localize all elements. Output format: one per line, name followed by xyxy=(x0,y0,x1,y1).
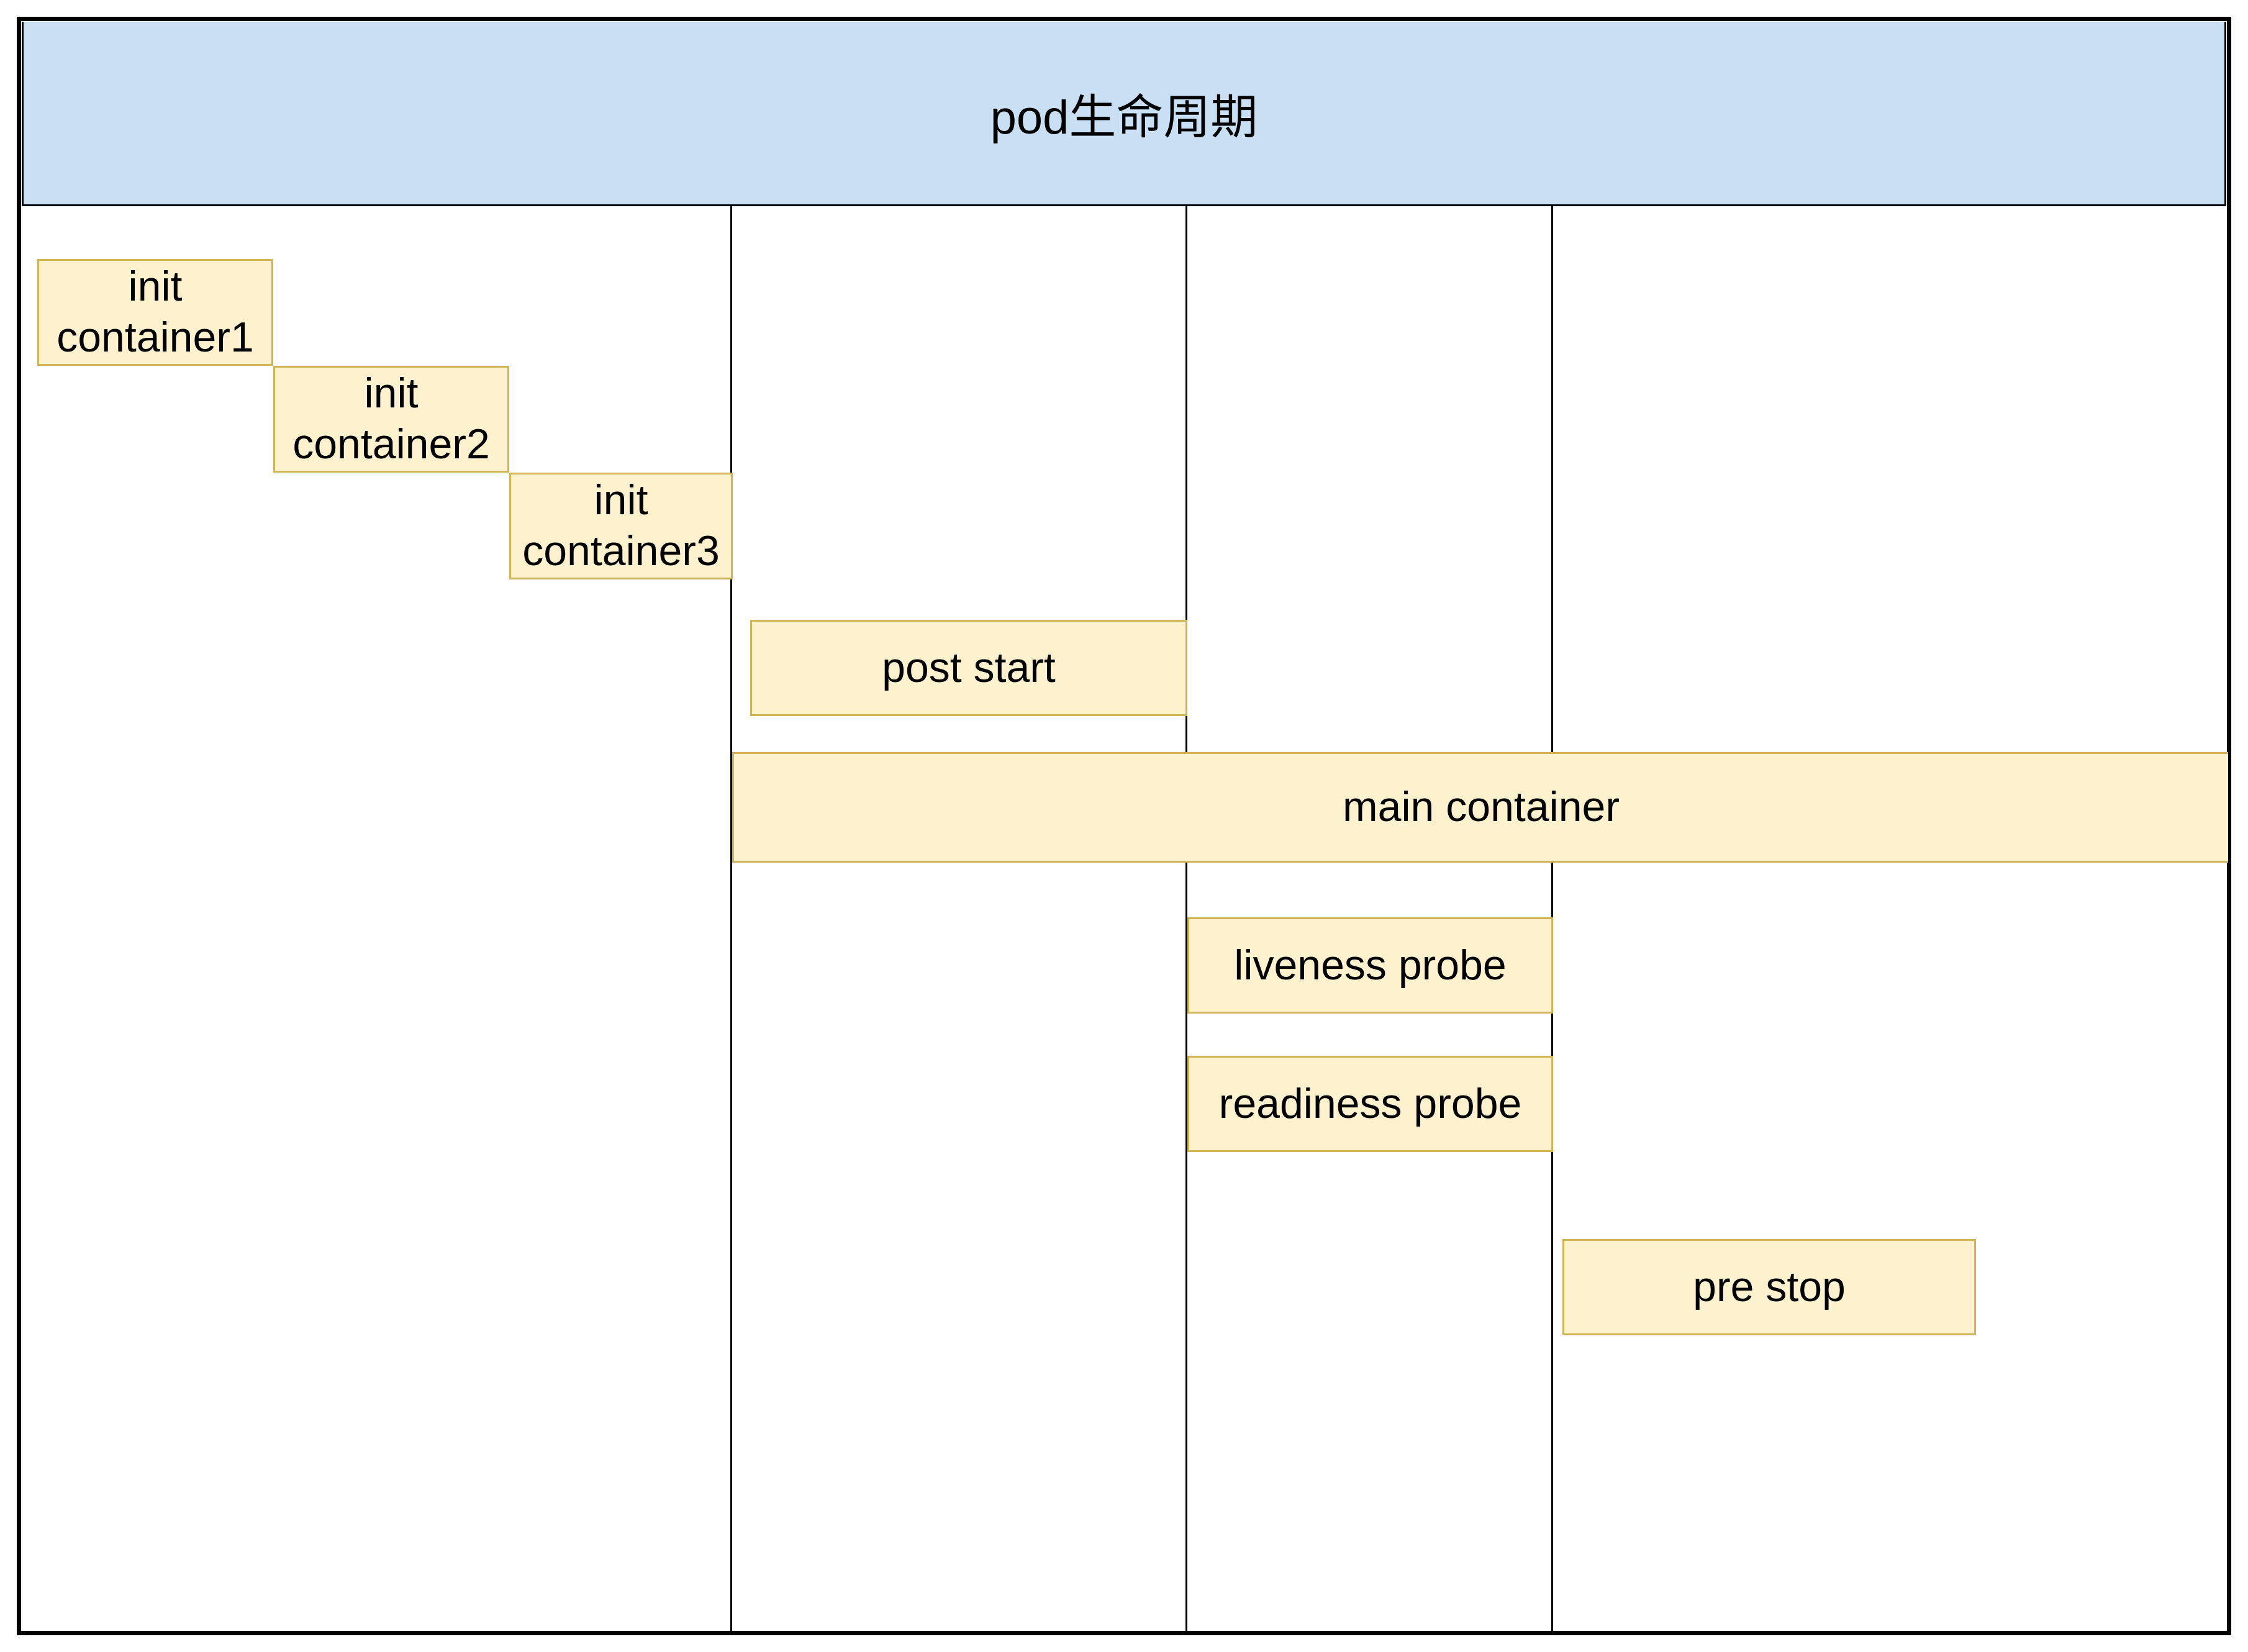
post-start-label: post start xyxy=(882,643,1056,694)
init-container-2-box: initcontainer2 xyxy=(273,366,509,473)
liveness-probe-label: liveness probe xyxy=(1234,940,1506,991)
main-container-label: main container xyxy=(1343,782,1620,833)
liveness-probe-box: liveness probe xyxy=(1187,917,1553,1014)
init-container-3-box: initcontainer3 xyxy=(509,473,733,579)
readiness-probe-box: readiness probe xyxy=(1187,1056,1553,1152)
readiness-probe-label: readiness probe xyxy=(1219,1079,1522,1130)
pre-stop-box: pre stop xyxy=(1562,1239,1976,1335)
title-text: pod生命周期 xyxy=(990,79,1258,147)
title-bar: pod生命周期 xyxy=(22,22,2226,206)
post-start-box: post start xyxy=(750,620,1187,716)
init-container-1-box: initcontainer1 xyxy=(37,259,273,366)
pre-stop-label: pre stop xyxy=(1693,1262,1846,1313)
init-container-2-label: initcontainer2 xyxy=(292,368,490,470)
vline-1 xyxy=(730,206,732,1632)
init-container-3-label: initcontainer3 xyxy=(522,475,720,576)
init-container-1-label: initcontainer1 xyxy=(57,261,254,363)
main-container-box: main container xyxy=(732,752,2228,863)
